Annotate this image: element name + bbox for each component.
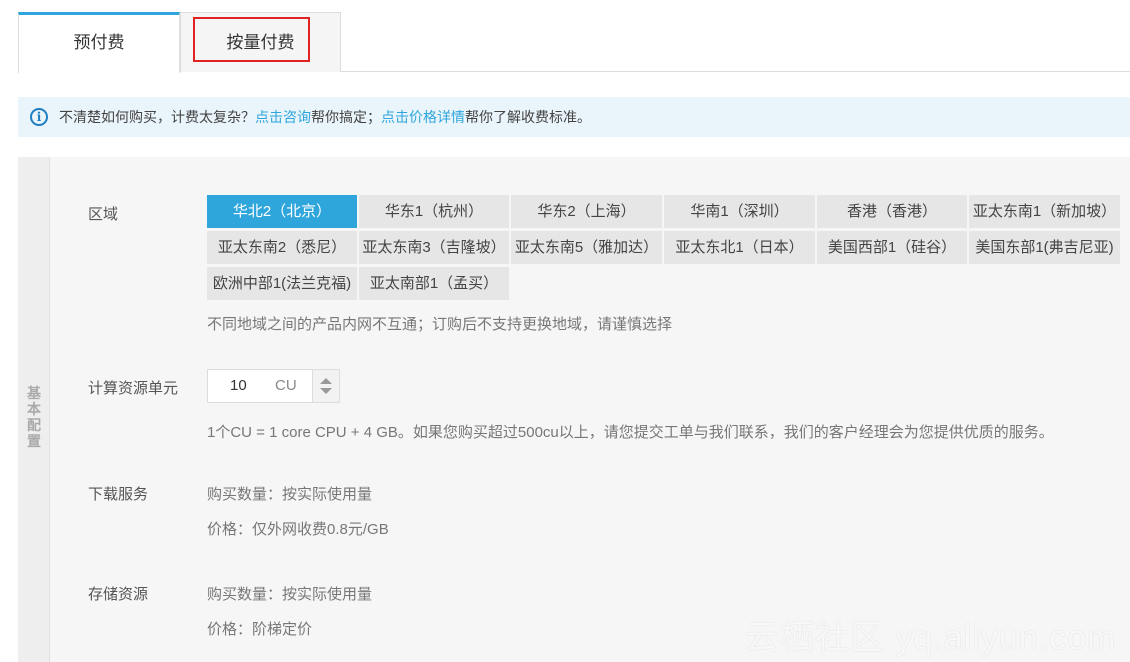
info-icon: i [30, 108, 48, 126]
decrement-arrow-icon[interactable] [320, 388, 332, 394]
download-price: 价格：仅外网收费0.8元/GB [207, 521, 389, 538]
compute-label: 计算资源单元 [88, 380, 179, 397]
price-detail-link[interactable]: 点击价格详情 [381, 107, 465, 127]
watermark: 云栖社区 yq.aliyun.com [745, 619, 1117, 657]
region-option[interactable]: 美国东部1(弗吉尼亚) [969, 231, 1120, 264]
region-option[interactable]: 亚太东北1（日本） [664, 231, 815, 264]
billing-tabs: 预付费 按量付费 [18, 12, 1130, 73]
region-option[interactable]: 香港（香港） [817, 195, 967, 228]
info-notice: i 不清楚如何购买，计费太复杂？ 点击咨询 帮你搞定； 点击价格详情 帮你了解收… [18, 97, 1130, 137]
increment-arrow-icon[interactable] [320, 378, 332, 384]
download-label: 下载服务 [88, 486, 149, 503]
region-option[interactable]: 华东1（杭州） [359, 195, 509, 228]
tab-pay-as-you-go[interactable]: 按量付费 [180, 12, 341, 72]
region-option[interactable]: 亚太东南5（雅加达） [511, 231, 662, 264]
region-option[interactable]: 美国西部1（硅谷） [817, 231, 967, 264]
stepper-arrows [312, 370, 339, 402]
region-option[interactable]: 亚太东南3（吉隆坡） [359, 231, 509, 264]
side-label: 基本配置 [27, 385, 41, 449]
region-option[interactable]: 亚太南部1（孟买） [359, 267, 509, 300]
region-hint: 不同地域之间的产品内网不互通；订购后不支持更换地域，请谨慎选择 [207, 316, 673, 333]
notice-prefix: 不清楚如何购买，计费太复杂？ [59, 109, 255, 125]
region-option[interactable]: 华南1（深圳） [664, 195, 815, 228]
region-option[interactable]: 亚太东南1（新加坡） [969, 195, 1120, 228]
storage-label: 存储资源 [88, 586, 149, 603]
cu-unit: CU [275, 377, 297, 394]
tab-prepaid[interactable]: 预付费 [18, 12, 180, 73]
storage-price: 价格：阶梯定价 [207, 621, 313, 638]
region-option[interactable]: 亚太东南2（悉尼） [207, 231, 357, 264]
cu-quantity-stepper[interactable]: 10 CU [207, 369, 340, 403]
region-option[interactable]: 欧洲中部1(法兰克福) [207, 267, 357, 300]
region-option[interactable]: 华东2（上海） [511, 195, 662, 228]
notice-suffix: 帮你了解收费标准。 [465, 109, 591, 125]
notice-middle: 帮你搞定； [311, 109, 381, 125]
download-quantity: 购买数量：按实际使用量 [207, 486, 373, 503]
side-bar: 基本配置 [18, 157, 50, 662]
storage-quantity: 购买数量：按实际使用量 [207, 586, 373, 603]
region-option[interactable]: 华北2（北京） [207, 195, 357, 228]
region-label: 区域 [88, 206, 119, 223]
cu-value[interactable]: 10 [230, 370, 247, 402]
compute-hint: 1个CU = 1 core CPU + 4 GB。如果您购买超过500cu以上，… [207, 424, 1054, 441]
consult-link[interactable]: 点击咨询 [255, 107, 311, 127]
